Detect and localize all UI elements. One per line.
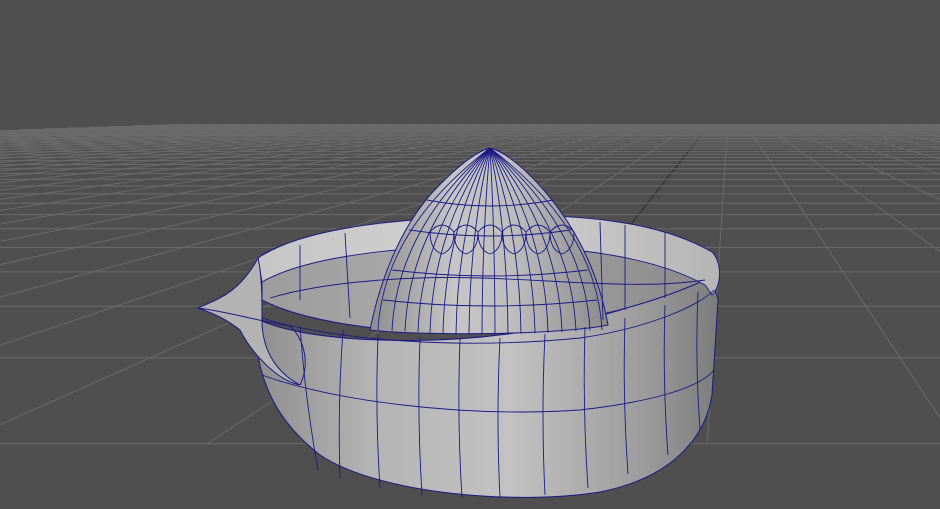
grid-line xyxy=(868,123,940,138)
grid-line xyxy=(815,123,940,160)
grid-line xyxy=(798,123,940,175)
grid-line xyxy=(780,123,940,201)
viewport-canvas[interactable] xyxy=(0,0,940,509)
juicer-model[interactable] xyxy=(196,147,720,499)
grid-line xyxy=(921,123,940,128)
grid-line xyxy=(744,123,940,419)
3d-viewport[interactable] xyxy=(0,0,940,509)
grid-line xyxy=(886,123,940,134)
grid-line xyxy=(851,123,940,143)
grid-line xyxy=(0,123,199,134)
grid-line xyxy=(833,123,940,150)
